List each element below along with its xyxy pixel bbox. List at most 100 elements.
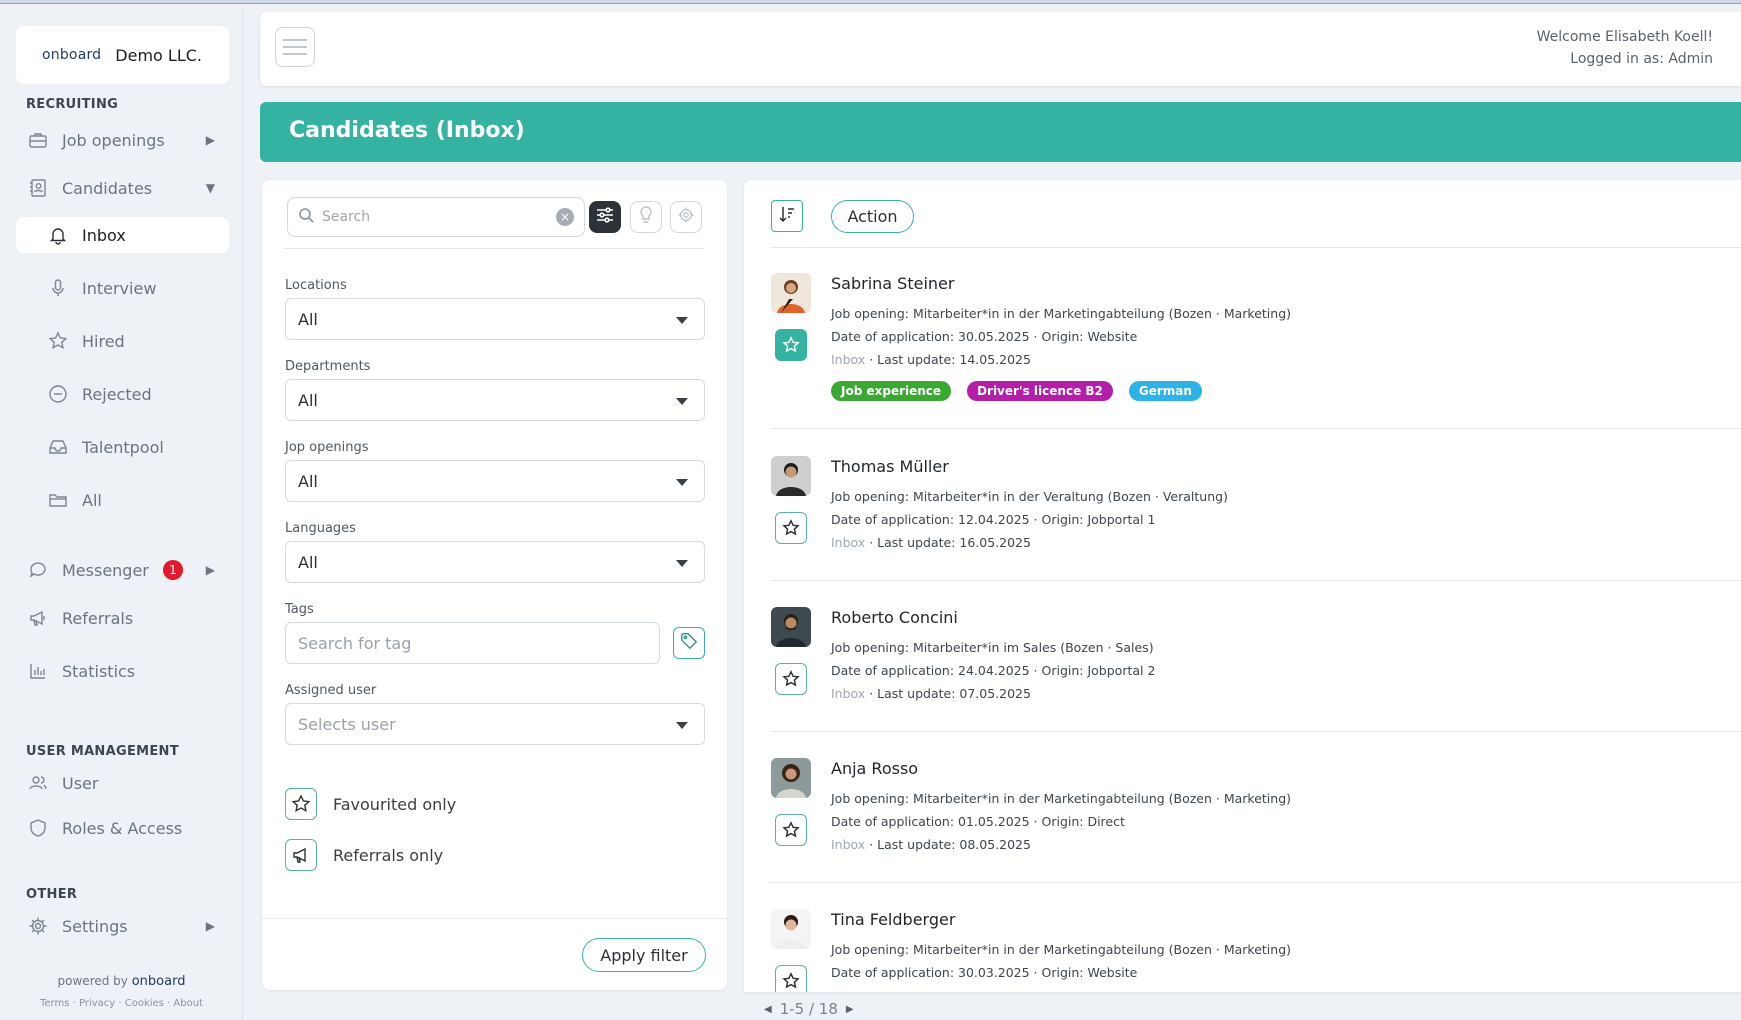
sidebar-item-interview[interactable]: Interview (16, 270, 229, 306)
tag-badge: Job experience (831, 381, 952, 401)
sidebar-item-candidates[interactable]: Candidates ▼ (16, 170, 229, 206)
prev-page-icon[interactable]: ◀ (764, 1004, 772, 1015)
job-openings-select[interactable]: All (285, 460, 705, 502)
sort-button[interactable] (771, 200, 803, 232)
locations-select[interactable]: All (285, 298, 705, 340)
brand-card[interactable]: onboard Demo LLC. (16, 26, 229, 84)
hamburger-line (283, 46, 307, 48)
welcome-text: Welcome Elisabeth Koell! (1536, 29, 1713, 45)
sidebar-item-job-openings[interactable]: Job openings ▶ (16, 122, 229, 158)
sidebar-item-talentpool[interactable]: Talentpool (16, 429, 229, 465)
sidebar-item-label: Messenger (62, 560, 149, 580)
checkbox-label: Referrals only (333, 845, 444, 865)
hamburger-line (283, 53, 307, 55)
candidate-card[interactable]: Thomas Müller Job opening: Mitarbeiter*i… (771, 456, 1741, 576)
filter-toggle-button[interactable] (589, 201, 621, 233)
referrals-only-toggle[interactable]: Referrals only (285, 839, 443, 871)
section-title-other: OTHER (26, 887, 78, 902)
candidate-date: Date of application: 01.05.2025 · Origin… (831, 814, 1125, 829)
avatar (771, 909, 811, 949)
tag-search-input[interactable]: Search for tag (285, 622, 660, 664)
candidate-job: Job opening: Mitarbeiter*in im Sales (Bo… (831, 640, 1154, 655)
sidebar-item-hired[interactable]: Hired (16, 323, 229, 359)
sidebar-item-user[interactable]: User (16, 765, 229, 801)
search-box[interactable]: × (287, 197, 585, 237)
sidebar-item-label: Job openings (62, 130, 165, 150)
sidebar-item-label: Roles & Access (62, 818, 183, 838)
candidate-card[interactable]: Sabrina Steiner Job opening: Mitarbeiter… (771, 273, 1741, 423)
next-page-icon[interactable]: ▶ (846, 1004, 854, 1015)
job-openings-label: Jop openings (285, 440, 369, 455)
favourite-star-icon[interactable] (775, 663, 807, 695)
last-update: · Last update: 16.05.2025 (865, 535, 1031, 550)
tag-button[interactable] (673, 627, 705, 659)
sidebar-item-messenger[interactable]: Messenger 1 ▶ (16, 552, 229, 588)
hamburger-line (283, 39, 307, 41)
gear-icon (26, 914, 50, 938)
divider (771, 428, 1741, 429)
action-button[interactable]: Action (831, 200, 914, 233)
candidate-name[interactable]: Anja Rosso (831, 759, 918, 778)
sort-icon (779, 205, 795, 227)
candidate-card[interactable]: Anja Rosso Job opening: Mitarbeiter*in i… (771, 758, 1741, 878)
sidebar-item-inbox[interactable]: Inbox (16, 217, 229, 253)
notification-badge: 1 (162, 560, 183, 580)
welcome-block: Welcome Elisabeth Koell! Logged in as: A… (1537, 26, 1713, 70)
caret-down-icon (676, 317, 688, 324)
languages-label: Languages (285, 521, 356, 536)
tags-label: Tags (285, 602, 314, 617)
chevron-right-icon: ▶ (205, 133, 215, 147)
candidate-name[interactable]: Roberto Concini (831, 608, 958, 627)
languages-select[interactable]: All (285, 541, 705, 583)
sidebar-item-rejected[interactable]: Rejected (16, 376, 229, 412)
tag-badge: Driver's licence B2 (967, 381, 1113, 401)
favourite-star-icon[interactable] (775, 814, 807, 846)
candidate-name[interactable]: Thomas Müller (831, 457, 949, 476)
departments-select[interactable]: All (285, 379, 705, 421)
chat-icon (26, 558, 50, 582)
filter-settings-button[interactable] (670, 201, 702, 233)
search-input[interactable] (322, 209, 542, 225)
select-value: All (298, 471, 318, 491)
candidate-name[interactable]: Tina Feldberger (831, 910, 955, 929)
sidebar-item-label: Settings (62, 916, 128, 936)
candidate-name[interactable]: Sabrina Steiner (831, 274, 954, 293)
candidates-icon (26, 176, 50, 200)
assigned-user-select[interactable]: Selects user (285, 703, 705, 745)
candidate-status: Inbox · Last update: 16.05.2025 (831, 535, 1031, 550)
candidate-card[interactable]: Tina Feldberger Job opening: Mitarbeiter… (771, 909, 1741, 992)
tips-button[interactable] (630, 201, 662, 233)
departments-label: Departments (285, 359, 371, 374)
pagination: ◀ 1-5 / 18 ▶ (764, 1000, 854, 1018)
chevron-down-icon: ▼ (205, 181, 215, 195)
favourite-star-icon[interactable] (775, 965, 807, 992)
sidebar-item-all[interactable]: All (16, 482, 229, 518)
briefcase-icon (26, 128, 50, 152)
divider (771, 580, 1741, 581)
favourite-star-icon[interactable] (775, 512, 807, 544)
sidebar-item-label: Referrals (62, 608, 134, 628)
search-icon (298, 207, 314, 227)
legal-links[interactable]: Terms · Privacy · Cookies · About (0, 998, 243, 1009)
sidebar-item-settings[interactable]: Settings ▶ (16, 908, 229, 944)
favourite-star-icon[interactable] (775, 329, 807, 361)
logged-in-text: Logged in as: Admin (1570, 51, 1713, 67)
favourited-only-toggle[interactable]: Favourited only (285, 788, 456, 820)
bar-chart-icon (26, 659, 50, 683)
assigned-user-label: Assigned user (285, 683, 377, 698)
clear-search-icon[interactable]: × (556, 208, 574, 226)
sliders-icon (595, 206, 615, 228)
apply-filter-button[interactable]: Apply filter (582, 938, 706, 972)
minus-circle-icon (46, 382, 70, 406)
sidebar-item-statistics[interactable]: Statistics (16, 653, 229, 689)
megaphone-icon (285, 839, 317, 871)
sidebar-item-label: Candidates (62, 178, 153, 198)
caret-down-icon (676, 560, 688, 567)
status-label: Inbox (831, 352, 866, 367)
candidate-card[interactable]: Roberto Concini Job opening: Mitarbeiter… (771, 607, 1741, 727)
sidebar-item-referrals[interactable]: Referrals (16, 600, 229, 636)
sidebar-item-roles-access[interactable]: Roles & Access (16, 810, 229, 846)
powered-by-logo: onboard (131, 974, 186, 989)
browser-top-edge (0, 0, 1741, 4)
menu-toggle-button[interactable] (275, 27, 315, 67)
